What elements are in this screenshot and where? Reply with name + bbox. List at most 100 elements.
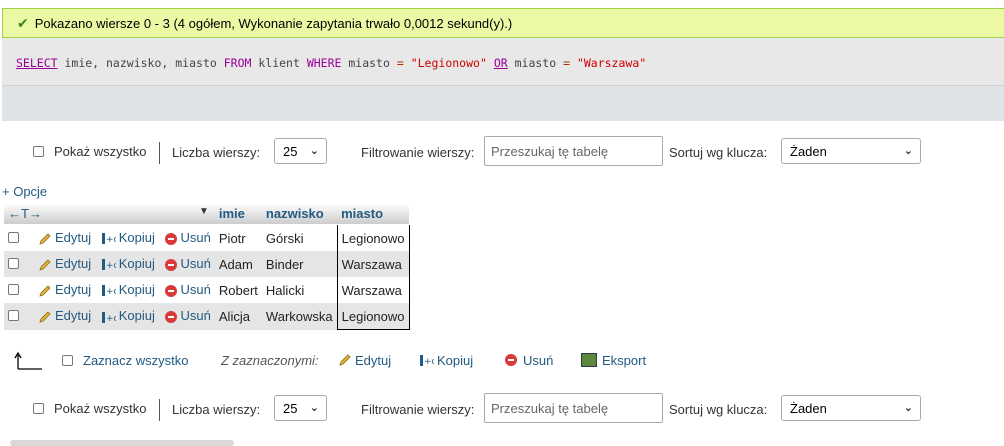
cell-nazwisko[interactable]: Halicki	[261, 277, 338, 303]
delete-row-button[interactable]: Usuń	[164, 282, 211, 297]
column-header-nazwisko[interactable]: nazwisko	[261, 203, 338, 225]
delete-label: Usuń	[180, 256, 211, 272]
column-header-imie[interactable]: imie	[214, 203, 262, 225]
success-message-bar: ✔ Pokazano wiersze 0 - 3 (4 ogółem, Wyko…	[2, 8, 1004, 38]
sql-operator-eq-2: =	[563, 56, 570, 70]
cell-nazwisko[interactable]: Warkowska	[261, 303, 338, 330]
cell-imie[interactable]: Piotr	[214, 224, 262, 251]
bulk-copy-button[interactable]: +c Kopiuj	[419, 348, 473, 372]
arrow-up-left-icon	[14, 348, 44, 372]
cell-miasto[interactable]: Legionowo	[336, 224, 410, 251]
sql-keyword-where: WHERE	[306, 56, 342, 70]
chevron-down-icon: ⌄	[903, 402, 913, 414]
cell-miasto[interactable]: Warszawa	[336, 251, 410, 277]
copy-row-button[interactable]: +cKopiuj	[101, 256, 155, 271]
sql-table: klient	[251, 56, 307, 70]
copy-row-button[interactable]: +cKopiuj	[101, 230, 155, 245]
svg-text:+c: +c	[106, 261, 116, 271]
select-all-toggle[interactable]: Zaznacz wszystko	[62, 348, 188, 372]
cell-miasto[interactable]: Legionowo	[336, 303, 410, 330]
svg-text:+c: +c	[424, 357, 434, 367]
delete-row-button[interactable]: Usuń	[164, 230, 211, 245]
edit-label: Edytuj	[55, 230, 92, 246]
cell-imie[interactable]: Adam	[214, 251, 262, 277]
sql-value-2: "Warszawa"	[576, 56, 647, 70]
row-checkbox[interactable]	[8, 283, 19, 295]
bulk-export-button[interactable]: Eksport	[581, 348, 646, 372]
sql-value-1: "Legionowo"	[410, 56, 487, 70]
cell-nazwisko[interactable]: Górski	[261, 224, 338, 251]
copy-icon: +c	[101, 311, 116, 324]
filter-rows-input[interactable]: Przeszukaj tę tabelę	[484, 136, 663, 166]
sort-by-key-value: Żaden	[790, 143, 827, 159]
edit-row-button[interactable]: Edytuj	[38, 282, 91, 297]
sql-keyword-or[interactable]: OR	[494, 56, 508, 70]
cell-imie[interactable]: Robert	[214, 277, 262, 303]
delete-row-button[interactable]: Usuń	[164, 256, 211, 272]
copy-row-button[interactable]: +cKopiuj	[101, 282, 155, 297]
sql-query-box: SELECT imie, nazwisko, miasto FROM klien…	[2, 38, 1004, 86]
table-navigation-top: Pokaż wszystko Liczba wierszy: 25 ⌄ Filt…	[0, 136, 1004, 170]
select-all-checkbox[interactable]	[62, 354, 73, 366]
svg-text:+c: +c	[106, 235, 116, 245]
sort-by-key-value: Żaden	[790, 400, 827, 416]
checkmark-icon: ✔	[17, 14, 29, 31]
svg-text:+c: +c	[106, 287, 116, 297]
cell-nazwisko[interactable]: Binder	[261, 251, 338, 277]
show-all-checkbox[interactable]	[33, 145, 44, 157]
pencil-icon	[39, 259, 51, 271]
rows-count-value: 25	[283, 400, 298, 416]
sql-toolbar	[2, 86, 1004, 121]
show-all-label: Pokaż wszystko	[54, 400, 147, 416]
table-row: Edytuj +cKopiuj Usuń Piotr Górski Legion…	[4, 224, 410, 251]
sort-by-key-label: Sortuj wg klucza:	[669, 401, 768, 417]
bulk-edit-button[interactable]: Edytuj	[338, 348, 391, 372]
dropdown-triangle-icon[interactable]: ▼	[199, 206, 209, 217]
edit-label: Edytuj	[55, 256, 92, 272]
options-link[interactable]: + Opcje	[2, 184, 47, 199]
delete-icon	[164, 311, 177, 324]
edit-row-button[interactable]: Edytuj	[38, 256, 91, 271]
show-all-toggle[interactable]: Pokaż wszystko	[33, 136, 146, 166]
show-all-toggle[interactable]: Pokaż wszystko	[33, 393, 146, 423]
filter-rows-label: Filtrowanie wierszy:	[361, 144, 475, 160]
show-all-checkbox[interactable]	[33, 402, 44, 414]
sql-operator-eq: =	[396, 56, 404, 70]
bulk-actions-bar: Zaznacz wszystko Z zaznaczonymi: Edytuj …	[0, 348, 1004, 372]
filter-rows-input[interactable]: Przeszukaj tę tabelę	[484, 393, 663, 423]
rows-count-value: 25	[283, 143, 298, 159]
sql-columns: imie, nazwisko, miasto	[57, 56, 224, 70]
column-resize-arrows-icon[interactable]: ←T→	[8, 206, 42, 221]
bulk-delete-button[interactable]: Usuń	[505, 348, 553, 372]
row-checkbox[interactable]	[8, 309, 19, 321]
sql-keyword-select[interactable]: SELECT	[16, 56, 58, 70]
copy-icon: +c	[101, 233, 116, 245]
sql-keyword-from: FROM	[223, 56, 252, 70]
copy-row-button[interactable]: +cKopiuj	[101, 308, 155, 324]
cell-miasto[interactable]: Warszawa	[336, 277, 410, 303]
select-all-label: Zaznacz wszystko	[83, 352, 189, 368]
rows-count-select[interactable]: 25 ⌄	[274, 395, 327, 421]
with-selected-label: Z zaznaczonymi:	[221, 352, 319, 368]
sort-by-key-select[interactable]: Żaden ⌄	[781, 395, 921, 421]
row-checkbox[interactable]	[8, 257, 19, 269]
sql-cond1-column: miasto	[341, 56, 397, 70]
chevron-down-icon: ⌄	[309, 145, 319, 157]
sort-by-key-select[interactable]: Żaden ⌄	[781, 138, 921, 164]
bulk-delete-label: Usuń	[523, 352, 554, 368]
edit-row-button[interactable]: Edytuj	[38, 308, 91, 323]
horizontal-scrollbar[interactable]	[10, 440, 234, 446]
rows-count-select[interactable]: 25 ⌄	[274, 138, 327, 164]
export-icon	[581, 353, 597, 367]
pencil-icon	[339, 354, 351, 366]
delete-row-button[interactable]: Usuń	[164, 308, 211, 324]
cell-imie[interactable]: Alicja	[214, 303, 262, 330]
column-header-miasto[interactable]: miasto	[337, 203, 410, 225]
delete-icon	[505, 354, 517, 366]
copy-icon: +c	[420, 354, 434, 367]
row-checkbox[interactable]	[8, 231, 19, 243]
edit-row-button[interactable]: Edytuj	[38, 230, 91, 245]
table-row: Edytuj +cKopiuj Usuń Adam Binder Warszaw…	[4, 251, 410, 277]
delete-icon	[164, 258, 177, 271]
delete-icon	[164, 284, 177, 297]
